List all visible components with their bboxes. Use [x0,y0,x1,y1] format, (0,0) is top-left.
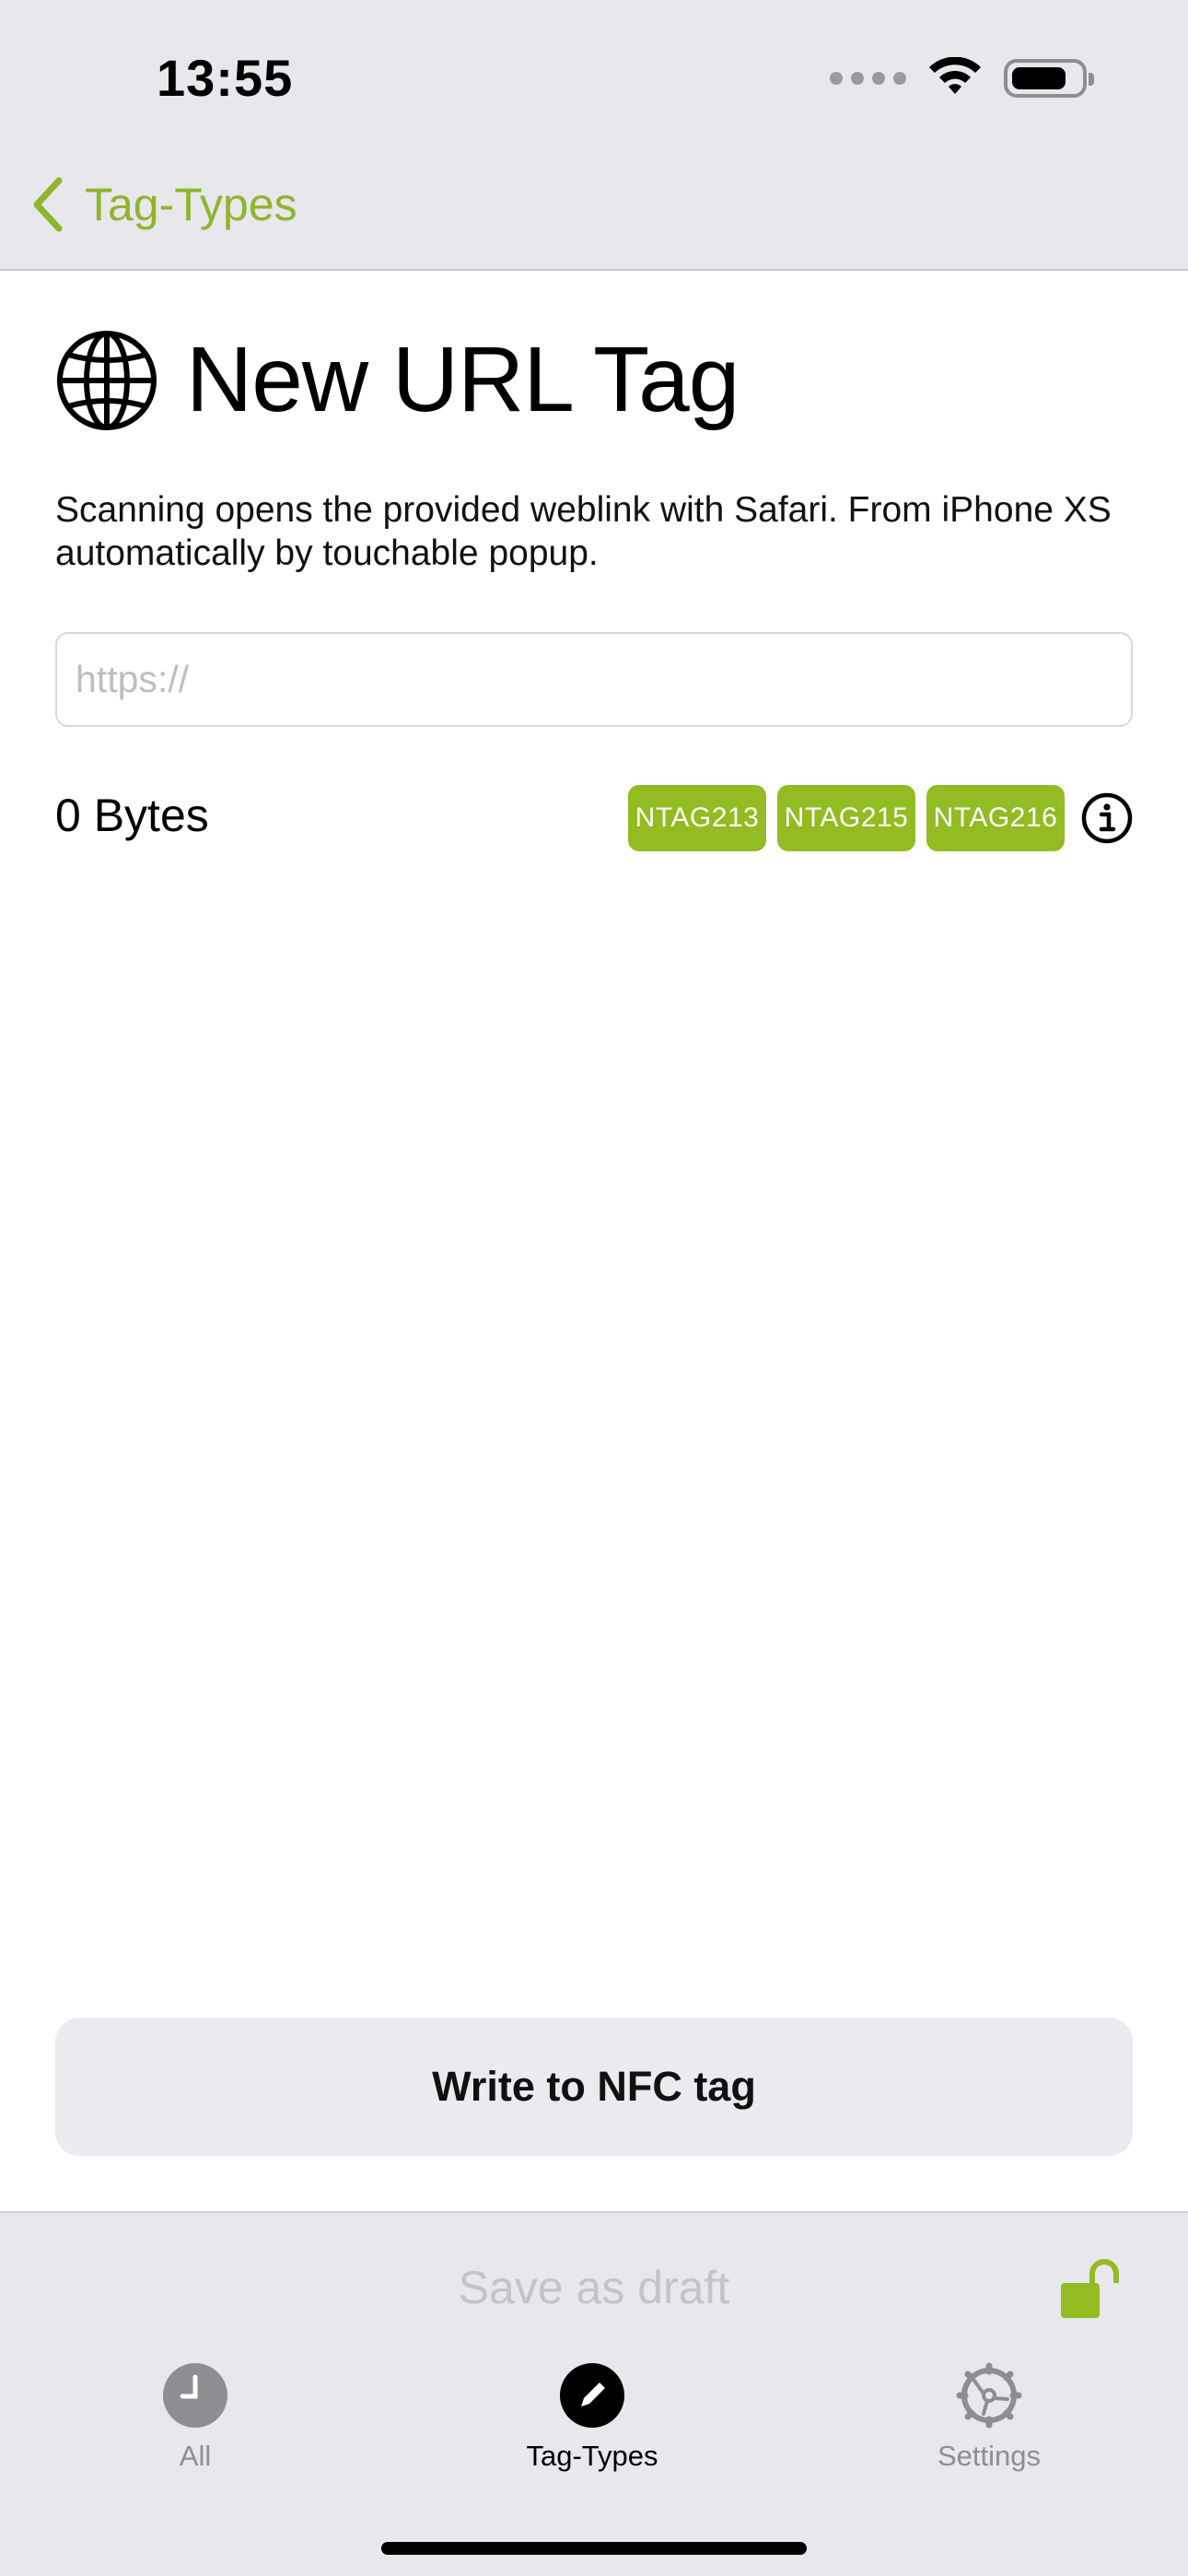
title-row: New URL Tag [55,327,740,433]
tag-badge-ntag215: NTAG215 [777,785,915,851]
bottom-bar: Save as draft All Tag-Types Settings [0,2211,1188,2576]
tab-label: Tag-Types [526,2440,658,2472]
lock-open-icon [1061,2259,1119,2318]
unlock-toggle[interactable] [1059,2259,1124,2324]
save-draft-button[interactable]: Save as draft [0,2261,1188,2314]
tag-badge-ntag213: NTAG213 [628,785,766,851]
tab-bar: All Tag-Types Settings [0,2360,1188,2508]
tab-label: All [179,2440,212,2472]
page-title: New URL Tag [186,328,740,431]
back-label: Tag-Types [85,179,297,230]
status-time: 13:55 [157,49,294,107]
compatible-tags: NTAG213 NTAG215 NTAG216 [628,785,1133,851]
chevron-left-icon [33,177,63,232]
write-to-nfc-button[interactable]: Write to NFC tag [55,2018,1133,2156]
top-bar: 13:55 Tag-Types [0,0,1188,271]
tag-badge-ntag216: NTAG216 [926,785,1065,851]
info-button[interactable] [1081,792,1133,844]
home-indicator [381,2542,807,2555]
tab-all[interactable]: All [76,2360,315,2473]
tab-tag-types[interactable]: Tag-Types [472,2360,712,2473]
battery-icon [1004,59,1094,98]
url-input[interactable] [55,632,1133,727]
gear-icon [956,2362,1022,2429]
wifi-icon [929,57,981,94]
info-icon [1081,792,1133,844]
byte-count: 0 Bytes [55,790,209,841]
cellular-signal-icon [830,72,906,85]
back-button[interactable]: Tag-Types [31,177,297,232]
tab-settings[interactable]: Settings [869,2360,1109,2473]
pencil-icon [560,2363,624,2428]
description: Scanning opens the provided weblink with… [55,490,1112,573]
size-row: 0 Bytes NTAG213 NTAG215 NTAG216 [55,779,1133,853]
clock-icon [163,2363,227,2428]
screen: 13:55 Tag-Types New URL Tag Scanning ope… [0,0,1188,2576]
status-icons [830,55,1094,101]
tab-label: Settings [937,2440,1041,2472]
globe-icon [57,330,157,430]
